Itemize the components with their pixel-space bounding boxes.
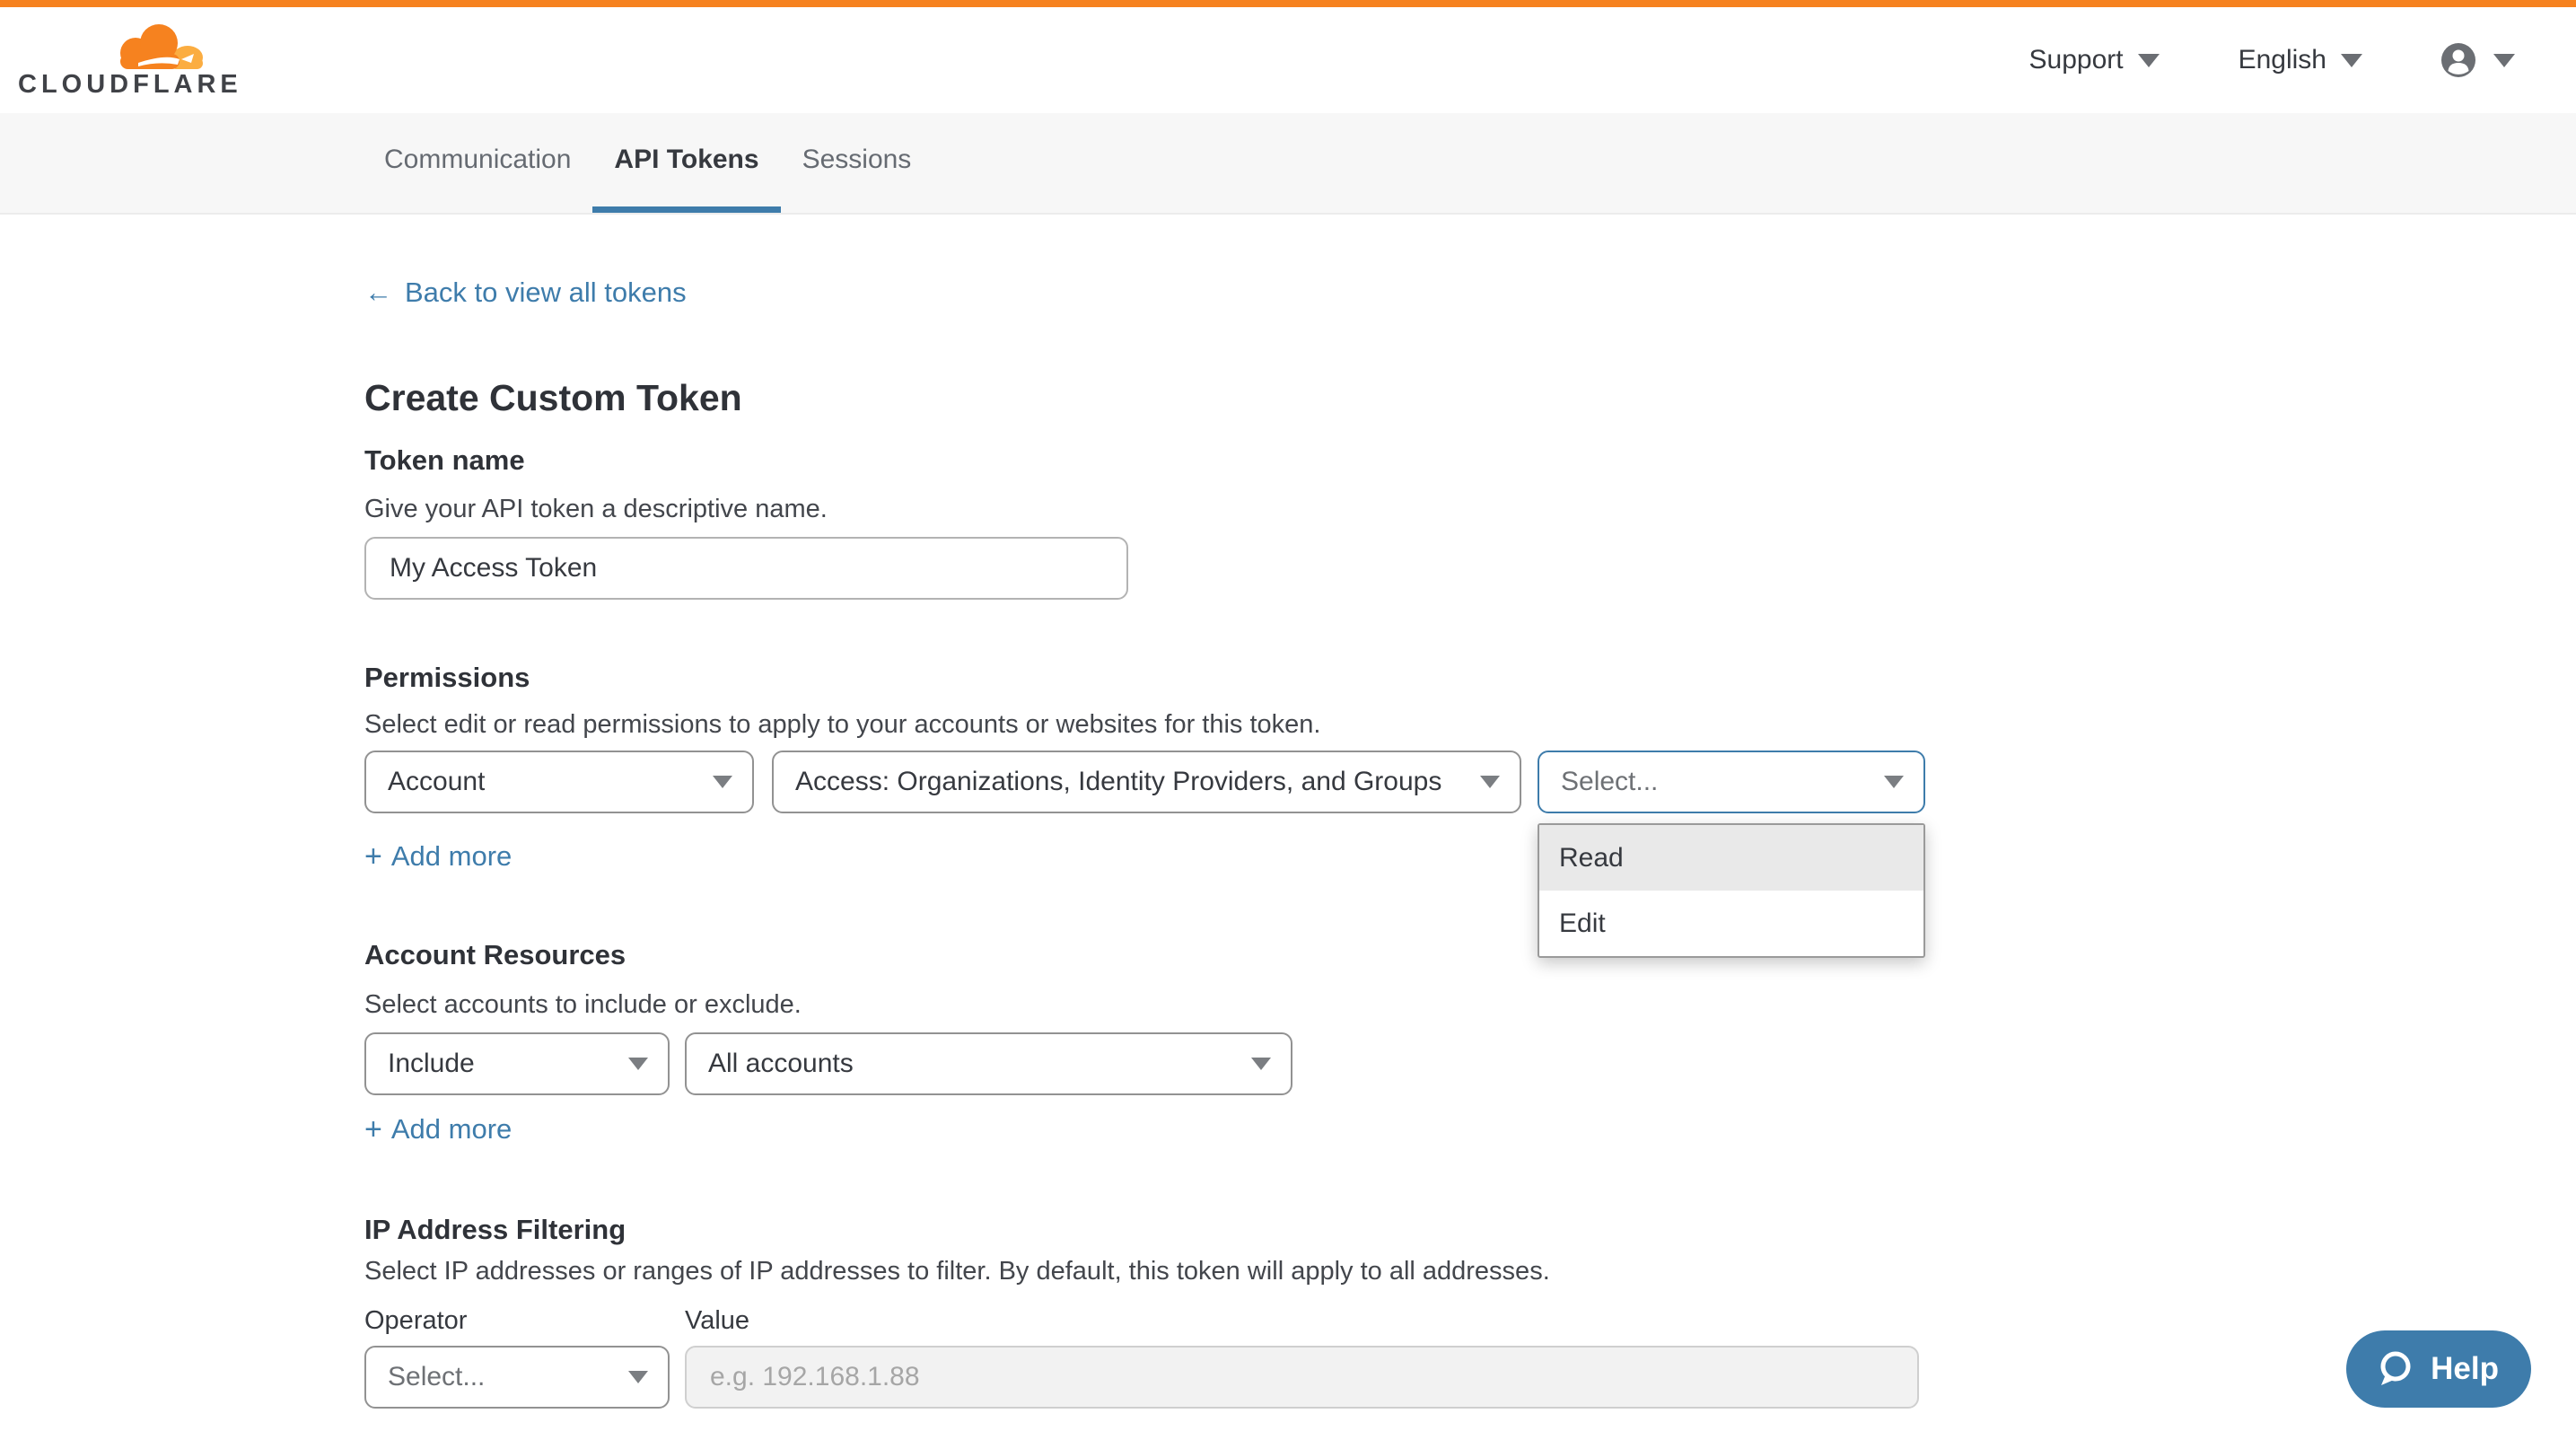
token-name-input[interactable] xyxy=(364,537,1128,600)
account-scope-select[interactable]: All accounts xyxy=(685,1032,1292,1095)
cloudflare-wordmark: CLOUDFLARE xyxy=(18,72,242,98)
page-title: Create Custom Token xyxy=(364,377,742,419)
language-menu[interactable]: English xyxy=(2239,45,2362,75)
account-resources-add-more-link[interactable]: + Add more xyxy=(364,1113,512,1146)
menu-option-label: Edit xyxy=(1559,909,1606,939)
chevron-down-icon xyxy=(628,1058,648,1070)
ip-operator-select[interactable]: Select... xyxy=(364,1346,670,1409)
plus-icon: + xyxy=(364,841,382,872)
access-options-menu: Read Edit xyxy=(1538,823,1925,958)
arrow-left-icon: ← xyxy=(364,277,392,309)
help-label: Help xyxy=(2431,1351,2499,1387)
chevron-down-icon xyxy=(628,1371,648,1383)
chevron-down-icon xyxy=(713,776,732,788)
selected-value: All accounts xyxy=(708,1049,854,1079)
support-menu[interactable]: Support xyxy=(2029,45,2160,75)
menu-option-label: Read xyxy=(1559,843,1624,874)
page: CLOUDFLARE Support English xyxy=(0,0,2576,1431)
header: CLOUDFLARE Support English xyxy=(0,7,2576,113)
token-name-description: Give your API token a descriptive name. xyxy=(364,495,828,524)
avatar-icon xyxy=(2441,43,2475,77)
back-link-label: Back to view all tokens xyxy=(405,277,687,309)
account-resources-description: Select accounts to include or exclude. xyxy=(364,990,802,1020)
select-placeholder: Select... xyxy=(1561,767,1658,797)
selected-value: Account xyxy=(388,767,485,797)
value-label: Value xyxy=(685,1306,749,1336)
selected-value: Access: Organizations, Identity Provider… xyxy=(795,767,1441,797)
tab-label: Communication xyxy=(384,145,571,175)
menu-option-edit[interactable]: Edit xyxy=(1539,891,1923,956)
chevron-down-icon xyxy=(2341,54,2362,67)
operator-label: Operator xyxy=(364,1306,467,1336)
chevron-down-icon xyxy=(1884,776,1904,788)
tab-communication[interactable]: Communication xyxy=(363,113,592,213)
permission-scope-select[interactable]: Account xyxy=(364,751,754,813)
help-button[interactable]: Help xyxy=(2346,1330,2531,1408)
ip-value-input[interactable]: e.g. 192.168.1.88 xyxy=(685,1346,1919,1409)
select-placeholder: Select... xyxy=(388,1362,485,1392)
cloudflare-logo[interactable]: CLOUDFLARE xyxy=(18,23,208,98)
back-to-tokens-link[interactable]: ← Back to view all tokens xyxy=(364,277,687,309)
tab-bar: Communication API Tokens Sessions xyxy=(0,113,2576,215)
account-mode-select[interactable]: Include xyxy=(364,1032,670,1095)
add-more-label: Add more xyxy=(391,840,512,873)
tab-label: Sessions xyxy=(802,145,912,175)
account-menu[interactable] xyxy=(2441,43,2515,77)
chevron-down-icon xyxy=(2493,54,2515,67)
selected-value: Include xyxy=(388,1049,475,1079)
brand-accent-bar xyxy=(0,0,2576,7)
chat-bubble-icon xyxy=(2373,1348,2416,1391)
chevron-down-icon xyxy=(1480,776,1500,788)
token-name-heading: Token name xyxy=(364,444,525,477)
menu-option-read[interactable]: Read xyxy=(1539,825,1923,891)
permission-resource-select[interactable]: Access: Organizations, Identity Provider… xyxy=(772,751,1521,813)
support-label: Support xyxy=(2029,45,2124,75)
cloudflare-cloud-icon xyxy=(111,23,205,70)
language-label: English xyxy=(2239,45,2326,75)
tab-label: API Tokens xyxy=(614,145,758,175)
ip-filtering-heading: IP Address Filtering xyxy=(364,1214,626,1246)
ip-filtering-description: Select IP addresses or ranges of IP addr… xyxy=(364,1257,1550,1286)
chevron-down-icon xyxy=(2138,54,2160,67)
permission-access-select[interactable]: Select... xyxy=(1538,751,1925,813)
input-placeholder: e.g. 192.168.1.88 xyxy=(710,1362,920,1392)
add-more-label: Add more xyxy=(391,1113,512,1146)
tab-sessions[interactable]: Sessions xyxy=(781,113,933,213)
chevron-down-icon xyxy=(1251,1058,1271,1070)
plus-icon: + xyxy=(364,1114,382,1145)
permissions-heading: Permissions xyxy=(364,662,530,694)
header-right: Support English xyxy=(2029,43,2515,77)
permissions-description: Select edit or read permissions to apply… xyxy=(364,710,1320,740)
account-resources-heading: Account Resources xyxy=(364,939,626,971)
permissions-add-more-link[interactable]: + Add more xyxy=(364,840,512,873)
tab-api-tokens[interactable]: API Tokens xyxy=(592,113,780,213)
